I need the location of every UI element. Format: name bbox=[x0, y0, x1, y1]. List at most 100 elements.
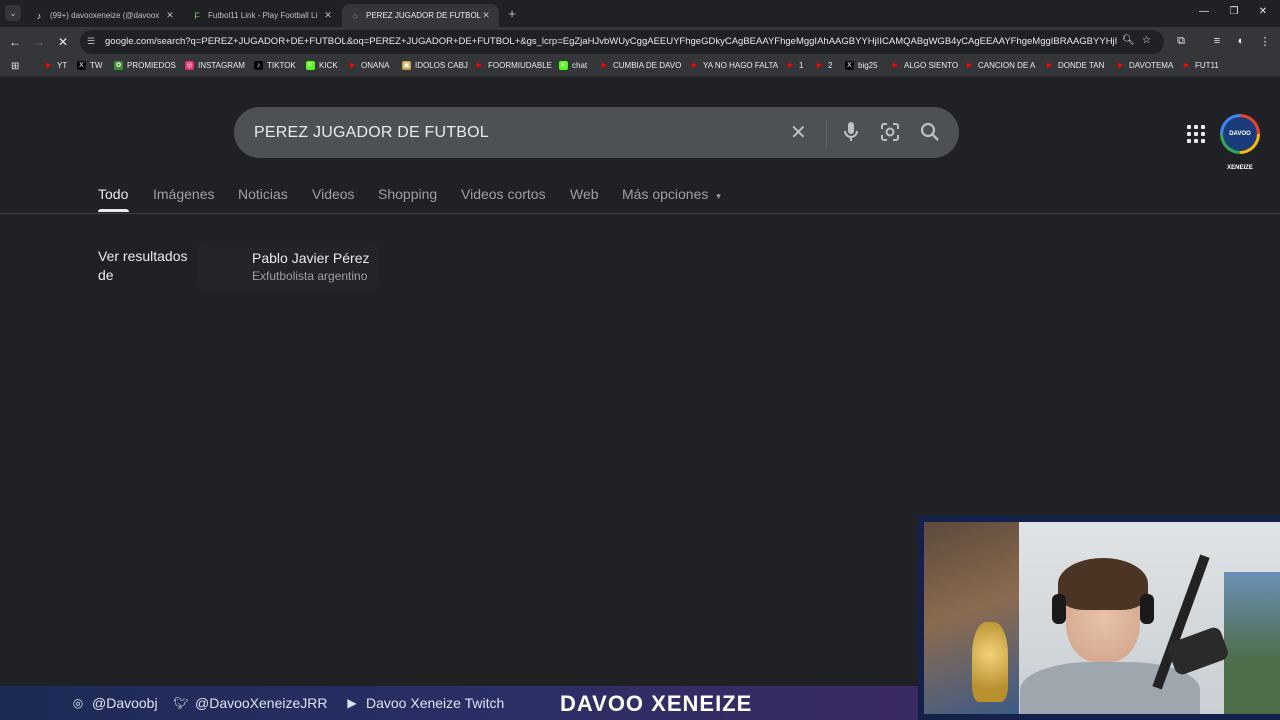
bookmarks-bar: ⊞ ▶ YT X TW ✿ PROMIEDOS ◎ INSTAGRAM ♪ TIKTOK K KICK… bbox=[0, 57, 1280, 77]
bookmark-label: KICK bbox=[319, 61, 338, 70]
bookmark-label: CANCION DE A bbox=[978, 61, 1036, 70]
lens-icon[interactable] bbox=[880, 122, 900, 142]
close-window-icon[interactable]: ✕ bbox=[1257, 6, 1269, 17]
tab-noticias[interactable]: Noticias bbox=[238, 186, 288, 202]
browser-tab-bar: ⌄ ♪ (99+) davooxeneize (@davoox ✕ F Futb… bbox=[0, 0, 1280, 27]
bookmark-item[interactable]: ▶ FUT11 bbox=[1182, 61, 1219, 70]
bookmark-item[interactable]: Kchat bbox=[559, 61, 587, 70]
site-info-icon[interactable]: ☰ bbox=[87, 36, 98, 47]
bookmark-item[interactable]: ◎ INSTAGRAM bbox=[185, 61, 245, 70]
bookmark-star-icon[interactable]: ☆ bbox=[1142, 35, 1151, 46]
bookmark-item[interactable]: ▶ DONDE TAN bbox=[1045, 61, 1105, 70]
bookmark-item[interactable]: ▶ YT bbox=[44, 61, 67, 70]
tab-todo[interactable]: Todo bbox=[98, 186, 128, 202]
tab-title: PEREZ JUGADOR DE FUTBOL - bbox=[366, 11, 481, 20]
tab-videos-cortos[interactable]: Videos cortos bbox=[461, 186, 546, 202]
bookmark-item[interactable]: X TW bbox=[77, 61, 102, 70]
bookmark-item[interactable]: ▶ 2 bbox=[815, 61, 833, 70]
back-button[interactable]: ← bbox=[8, 35, 22, 49]
twitter-handle: 🐦︎ @DavooXeneizeJRR bbox=[173, 695, 328, 711]
youtube-icon: ▶ bbox=[1046, 62, 1053, 69]
tab-videos[interactable]: Videos bbox=[312, 186, 355, 202]
apps-icon[interactable]: ⊞ bbox=[11, 61, 19, 72]
bookmark-label: IDOLOS CABJ bbox=[415, 61, 468, 70]
youtube-icon: ▶ bbox=[476, 62, 483, 69]
caret-down-icon: ▾ bbox=[716, 191, 721, 201]
bookmark-item[interactable]: ▶ FOORMIUDABLE bbox=[475, 61, 552, 70]
search-box[interactable]: PEREZ JUGADOR DE FUTBOL ✕ bbox=[234, 107, 959, 158]
instagram-handle: ◎ @Davoobj bbox=[70, 695, 158, 711]
bookmark-label: YT bbox=[57, 61, 68, 70]
menu-icon[interactable]: ⋮ bbox=[1258, 35, 1272, 48]
bookmark-label: FOORMIUDABLE bbox=[488, 61, 553, 70]
bookmark-label: FUT11 bbox=[1195, 61, 1219, 70]
bookmark-item[interactable]: Xbig25 bbox=[845, 61, 878, 70]
tab-close-icon[interactable]: ✕ bbox=[481, 10, 491, 21]
bookmark-item[interactable]: ▶ YA NO HAGO FALTA bbox=[690, 61, 778, 70]
restore-icon[interactable]: ❐ bbox=[1228, 6, 1240, 17]
profile-icon[interactable]: ◐ bbox=[1234, 35, 1248, 47]
headphone-right bbox=[1140, 594, 1154, 624]
bookmark-item[interactable]: ✿ PROMIEDOS bbox=[114, 61, 176, 70]
youtube-icon: ▶ bbox=[966, 62, 973, 69]
bookmark-item[interactable]: ▶ ALGO SIENTO bbox=[891, 61, 958, 70]
futbol11-icon: F bbox=[194, 10, 200, 21]
url-text[interactable]: google.com/search?q=PEREZ+JUGADOR+DE+FUT… bbox=[105, 36, 1117, 47]
browser-tab[interactable]: ♪ (99+) davooxeneize (@davoox ✕ bbox=[26, 4, 183, 27]
youtube-icon: ▶ bbox=[349, 62, 356, 69]
twitter-text: @DavooXeneizeJRR bbox=[195, 695, 328, 711]
search-input[interactable]: PEREZ JUGADOR DE FUTBOL bbox=[254, 124, 489, 142]
bookmark-label: 2 bbox=[828, 61, 833, 70]
search-tabs: Todo Imágenes Noticias Videos Shopping V… bbox=[0, 176, 1280, 214]
microphone-icon[interactable] bbox=[843, 121, 859, 143]
clear-icon[interactable]: ✕ bbox=[790, 120, 807, 145]
browser-tab[interactable]: F Futbol11 Link - Play Football Li ✕ bbox=[184, 4, 341, 27]
address-bar[interactable]: ☰ google.com/search?q=PEREZ+JUGADOR+DE+F… bbox=[80, 30, 1164, 54]
youtube-handle: ▶ Davoo Xeneize Twitch bbox=[344, 695, 504, 711]
entity-chip[interactable]: Pablo Javier Pérez Exfutbolista argentin… bbox=[198, 242, 378, 290]
media-controls-icon[interactable]: ≡ bbox=[1210, 35, 1224, 47]
tab-shopping[interactable]: Shopping bbox=[378, 186, 437, 202]
minimize-icon[interactable]: — bbox=[1198, 6, 1210, 17]
new-tab-button[interactable]: + bbox=[505, 6, 519, 21]
browser-tab-active[interactable]: ◌ PEREZ JUGADOR DE FUTBOL - ✕ bbox=[342, 4, 499, 27]
streamer-body bbox=[1020, 662, 1200, 714]
extensions-icon[interactable]: ⧉ bbox=[1174, 35, 1188, 48]
bookmark-label: ONANA bbox=[361, 61, 390, 70]
youtube-icon: ▶ bbox=[892, 62, 899, 69]
tab-close-icon[interactable]: ✕ bbox=[323, 10, 333, 21]
forward-button[interactable]: → bbox=[32, 35, 46, 49]
avatar[interactable]: DAVOO XENEIZE bbox=[1220, 114, 1260, 171]
twitter-icon: 🐦︎ bbox=[173, 696, 189, 710]
bookmark-label: 1 bbox=[799, 61, 804, 70]
tab-close-icon[interactable]: ✕ bbox=[165, 10, 175, 21]
search-icon[interactable] bbox=[920, 122, 940, 142]
zoom-icon[interactable]: 🔍︎ bbox=[1122, 35, 1135, 46]
google-apps-icon[interactable] bbox=[1187, 125, 1205, 143]
youtube-text: Davoo Xeneize Twitch bbox=[366, 695, 505, 711]
youtube-icon: ▶ bbox=[347, 696, 357, 710]
tab-title: Futbol11 Link - Play Football Li bbox=[208, 11, 318, 20]
bookmark-label: DONDE TAN bbox=[1058, 61, 1105, 70]
bookmark-item[interactable]: ▶ CUMBIA DE DAVO bbox=[600, 61, 682, 70]
bookmark-item[interactable]: ▣ IDOLOS CABJ bbox=[402, 61, 468, 70]
bookmark-label: TIKTOK bbox=[267, 61, 296, 70]
active-tab-indicator bbox=[98, 209, 129, 212]
tab-mas-opciones[interactable]: Más opciones ▾ bbox=[622, 186, 721, 202]
bookmark-item[interactable]: ▶ ONANA bbox=[348, 61, 390, 70]
x-icon: X bbox=[845, 61, 854, 70]
stop-loading-button[interactable]: ✕ bbox=[56, 35, 70, 49]
instagram-text: @Davoobj bbox=[92, 695, 158, 711]
tab-search-button[interactable]: ⌄ bbox=[5, 5, 21, 21]
tab-imagenes[interactable]: Imágenes bbox=[153, 186, 214, 202]
bookmark-item[interactable]: ▶ DAVOTEMA bbox=[1116, 61, 1174, 70]
bookmark-item[interactable]: ♪ TIKTOK bbox=[254, 61, 296, 70]
bookmark-label: DAVOTEMA bbox=[1129, 61, 1174, 70]
bookmark-item[interactable]: ▶ 1 bbox=[786, 61, 804, 70]
bookmark-label: INSTAGRAM bbox=[198, 61, 245, 70]
bookmark-label: CUMBIA DE DAVO bbox=[613, 61, 682, 70]
bookmark-item[interactable]: ▶ CANCION DE A bbox=[965, 61, 1036, 70]
tab-web[interactable]: Web bbox=[570, 186, 599, 202]
headphone-left bbox=[1052, 594, 1066, 624]
bookmark-item[interactable]: K KICK bbox=[306, 61, 338, 70]
